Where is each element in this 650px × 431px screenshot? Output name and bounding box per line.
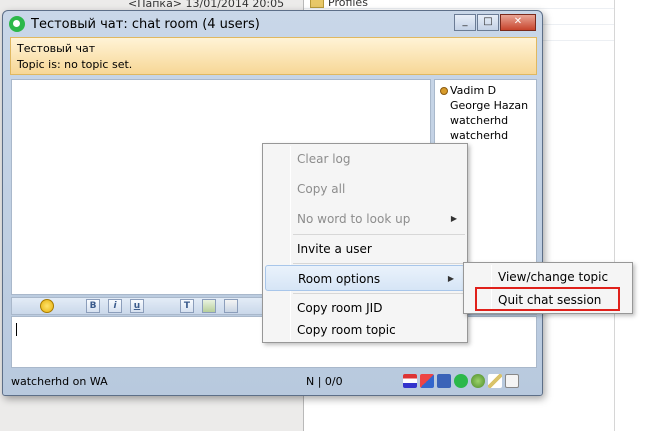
- background-color-icon[interactable]: [202, 299, 216, 313]
- flag-icon[interactable]: [403, 374, 417, 388]
- profiles-item[interactable]: Profiles: [310, 0, 368, 9]
- close-button[interactable]: ✕: [500, 14, 536, 31]
- menu-item-label: Copy room topic: [297, 323, 396, 337]
- text-caret: [16, 323, 17, 336]
- profiles-label: Profiles: [328, 0, 368, 9]
- context-menu: Clear log Copy all No word to look up ▶ …: [262, 143, 468, 343]
- submenu-arrow-icon: ▶: [447, 274, 454, 283]
- room-name: Тестовый чат: [17, 42, 96, 55]
- user-list-item[interactable]: watcherhd: [438, 128, 533, 143]
- menu-separator: [293, 234, 465, 235]
- menu-separator: [293, 293, 465, 294]
- submenu-arrow-icon: ▶: [450, 214, 457, 223]
- menu-item-label: Room options: [298, 272, 381, 286]
- message-counter: N | 0/0: [306, 375, 343, 388]
- book-icon[interactable]: [437, 374, 451, 388]
- annotation-highlight: [475, 287, 620, 311]
- menu-item-label: Clear log: [297, 152, 351, 166]
- italic-button[interactable]: i: [108, 299, 122, 313]
- menu-item-copy-all[interactable]: Copy all: [263, 176, 467, 202]
- status-icons: [403, 374, 519, 388]
- title-bar[interactable]: Тестовый чат: chat room (4 users) _ □ ✕: [3, 11, 542, 37]
- menu-icon[interactable]: [505, 374, 519, 388]
- minimize-button[interactable]: _: [454, 14, 476, 31]
- whatsapp-icon: [9, 16, 25, 32]
- history-icon[interactable]: [224, 299, 238, 313]
- menu-item-label: Invite a user: [297, 242, 372, 256]
- folder-icon: [310, 0, 324, 8]
- menu-separator: [293, 263, 465, 264]
- smiley-icon[interactable]: [40, 299, 54, 313]
- contact-cards-icon[interactable]: [420, 374, 434, 388]
- underline-button[interactable]: u: [130, 299, 144, 313]
- user-list-item[interactable]: George Hazan: [438, 98, 533, 113]
- window-controls: _ □ ✕: [454, 14, 536, 31]
- window-title: Тестовый чат: chat room (4 users): [31, 16, 260, 32]
- text-color-button[interactable]: T: [180, 299, 194, 313]
- topic-bar: Тестовый чат Topic is: no topic set.: [10, 37, 537, 75]
- menu-item-label: Copy all: [297, 182, 346, 196]
- user-name: Vadim D: [450, 84, 497, 97]
- whatsapp-icon[interactable]: [454, 374, 468, 388]
- menu-item-label: No word to look up: [297, 212, 411, 226]
- column-divider: [614, 0, 615, 431]
- bold-button[interactable]: B: [86, 299, 100, 313]
- user-name: George Hazan: [450, 99, 529, 112]
- user-list-item[interactable]: watcherhd: [438, 113, 533, 128]
- status-dot-icon: [440, 87, 448, 95]
- menu-item-look-up[interactable]: No word to look up ▶: [263, 206, 467, 232]
- topic-line: Topic is: no topic set.: [17, 58, 133, 71]
- user-name: watcherhd: [450, 114, 509, 127]
- menu-item-room-options[interactable]: Room options ▶: [265, 265, 465, 291]
- menu-item-copy-room-topic[interactable]: Copy room topic: [263, 317, 467, 343]
- menu-item-clear-log[interactable]: Clear log: [263, 146, 467, 172]
- menu-item-invite-user[interactable]: Invite a user: [263, 236, 467, 262]
- pencil-icon[interactable]: [488, 374, 502, 388]
- user-list-item[interactable]: Vadim D: [438, 83, 533, 98]
- background-crumb: <Папка> 13/01/2014 20:05: [128, 0, 285, 10]
- menu-item-label: Copy room JID: [297, 301, 383, 315]
- protocol-status-icon[interactable]: [471, 374, 485, 388]
- menu-item-label: View/change topic: [498, 270, 609, 284]
- maximize-button[interactable]: □: [477, 14, 499, 31]
- user-name: watcherhd: [450, 129, 509, 142]
- status-bar: watcherhd on WA N | 0/0: [3, 369, 542, 395]
- account-status: watcherhd on WA: [11, 375, 108, 388]
